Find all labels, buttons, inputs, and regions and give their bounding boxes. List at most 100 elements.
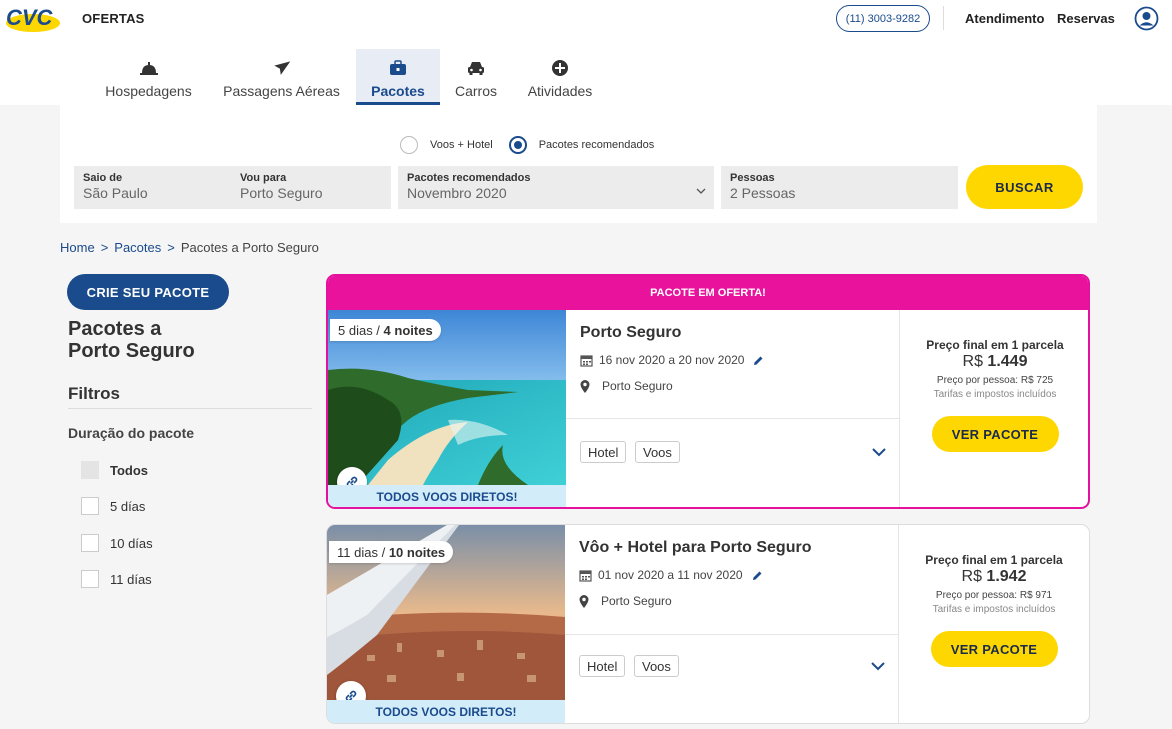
origin-destination-field[interactable]: Saio de São Paulo Vou para Porto Seguro xyxy=(74,166,391,209)
direct-flights-badge: TODOS VOOS DIRETOS! xyxy=(328,485,566,507)
pessoas-field[interactable]: Pessoas 2 Pessoas xyxy=(721,166,958,209)
user-circle-icon[interactable] xyxy=(1134,6,1159,31)
price-amount: 1.449 xyxy=(987,353,1028,370)
package-card[interactable]: PACOTE EM OFERTA! 5 dias / 4 noites TODO… xyxy=(326,274,1090,509)
ver-pacote-button[interactable]: VER PACOTE xyxy=(930,631,1058,667)
pessoas-value: 2 Pessoas xyxy=(730,185,796,201)
pacotes-select[interactable]: Pacotes recomendados Novembro 2020 xyxy=(398,166,714,209)
tab-pacotes[interactable]: Pacotes xyxy=(356,49,440,105)
crie-seu-pacote-button[interactable]: CRIE SEU PACOTE xyxy=(67,274,229,310)
tab-label: Carros xyxy=(454,83,497,99)
chevron-down-icon xyxy=(696,188,706,194)
map-pin-icon xyxy=(580,379,590,393)
duration-filter-heading: Duração do pacote xyxy=(68,425,195,441)
destination-value: Porto Seguro xyxy=(240,185,323,201)
radio-label: Pacotes recomendados xyxy=(538,139,655,151)
page-title: Pacotes a Porto Seguro xyxy=(68,318,268,362)
price-per-person: Preço por pessoa: R$ 725 xyxy=(936,375,1054,386)
page-title-line: Pacotes a xyxy=(68,318,162,340)
info-divider xyxy=(566,418,899,419)
calendar-icon xyxy=(580,354,593,367)
pacotes-select-label: Pacotes recomendados xyxy=(407,172,531,184)
plus-circle-icon xyxy=(550,58,570,78)
offer-banner: PACOTE EM OFERTA! xyxy=(328,276,1088,310)
radio-label: Voos + Hotel xyxy=(430,139,493,151)
origin-label: Saio de xyxy=(83,172,123,184)
tab-label: Hospedagens xyxy=(105,83,192,99)
pessoas-label: Pessoas xyxy=(730,172,775,184)
package-info: Porto Seguro 16 nov 2020 a 20 nov 2020 P… xyxy=(566,310,899,507)
taxes-note: Tarifas e impostos incluídos xyxy=(932,604,1056,615)
breadcrumb-separator: > xyxy=(167,240,175,255)
chevron-down-icon[interactable] xyxy=(872,447,886,457)
duration-nights: 10 noites xyxy=(388,544,446,560)
price-amount: 1.942 xyxy=(986,568,1027,585)
top-header: CVC OFERTAS (11) 3003-9282 Atendimento R… xyxy=(0,0,1172,105)
tab-carros[interactable]: Carros xyxy=(440,49,512,105)
filter-option-label: Todos xyxy=(110,462,149,478)
pacotes-select-value: Novembro 2020 xyxy=(407,185,507,201)
radio-voos-hotel[interactable] xyxy=(400,136,418,154)
pencil-edit-icon[interactable] xyxy=(753,355,764,366)
destination-label: Vou para xyxy=(240,172,287,184)
package-title[interactable]: Vôo + Hotel para Porto Seguro xyxy=(579,539,811,557)
package-dates: 16 nov 2020 a 20 nov 2020 xyxy=(580,353,764,367)
tab-hospedagens[interactable]: Hospedagens xyxy=(90,49,207,105)
ofertas-link[interactable]: OFERTAS xyxy=(82,11,145,26)
buscar-button[interactable]: BUSCAR xyxy=(966,165,1083,209)
briefcase-icon xyxy=(388,58,408,78)
tab-label: Pacotes xyxy=(371,83,425,99)
taxes-note: Tarifas e impostos incluídos xyxy=(933,389,1057,400)
pencil-edit-icon[interactable] xyxy=(752,570,763,581)
dates-text: 16 nov 2020 a 20 nov 2020 xyxy=(599,353,745,367)
package-location: Porto Seguro xyxy=(579,594,672,608)
breadcrumb: Home > Pacotes > Pacotes a Porto Seguro xyxy=(60,240,319,255)
page-title-line: Porto Seguro xyxy=(68,340,195,362)
tab-label: Passagens Aéreas xyxy=(223,83,340,99)
duration-days: 11 dias / xyxy=(337,544,386,560)
breadcrumb-current: Pacotes a Porto Seguro xyxy=(180,240,319,255)
checkbox[interactable] xyxy=(81,461,99,479)
duration-badge: 11 dias / 10 noites xyxy=(329,541,454,563)
filters-divider xyxy=(68,408,312,409)
package-card[interactable]: 11 dias / 10 noites TODOS VOOS DIRETOS! … xyxy=(326,524,1090,724)
price-block: Preço final em 1 parcela R$ 1.942 Preço … xyxy=(899,553,1089,667)
search-panel: Voos + Hotel Pacotes recomendados Saio d… xyxy=(60,105,1097,223)
filter-option-todos[interactable]: Todos xyxy=(81,461,148,479)
checkbox[interactable] xyxy=(81,534,99,552)
price-label: Preço final em 1 parcela xyxy=(926,338,1064,352)
filter-option-11-dias[interactable]: 11 días xyxy=(81,570,152,588)
tab-passagens[interactable]: Passagens Aéreas xyxy=(207,49,356,105)
package-title[interactable]: Porto Seguro xyxy=(580,324,681,342)
checkbox[interactable] xyxy=(81,497,99,515)
package-info: Vôo + Hotel para Porto Seguro 01 nov 202… xyxy=(565,525,898,723)
duration-days: 5 dias / xyxy=(338,322,380,338)
atendimento-link[interactable]: Atendimento xyxy=(965,11,1044,26)
radio-pacotes-recomendados[interactable] xyxy=(508,136,527,154)
ver-pacote-button[interactable]: VER PACOTE xyxy=(931,416,1059,452)
cvc-logo[interactable]: CVC xyxy=(4,4,62,34)
chevron-down-icon[interactable] xyxy=(871,661,885,671)
checkbox[interactable] xyxy=(81,570,99,588)
filter-option-label: 5 días xyxy=(110,498,146,514)
filter-option-10-dias[interactable]: 10 días xyxy=(81,534,153,552)
phone-button[interactable]: (11) 3003-9282 xyxy=(836,5,930,32)
chip-hotel: Hotel xyxy=(580,441,627,463)
reservas-link[interactable]: Reservas xyxy=(1057,11,1115,26)
bell-icon xyxy=(139,58,159,78)
breadcrumb-home[interactable]: Home xyxy=(60,240,95,255)
filter-option-5-dias[interactable]: 5 días xyxy=(81,497,145,515)
calendar-icon xyxy=(579,569,592,582)
header-divider xyxy=(943,6,944,30)
chip-voos: Voos xyxy=(635,441,680,463)
direct-flights-badge: TODOS VOOS DIRETOS! xyxy=(327,700,565,723)
breadcrumb-pacotes[interactable]: Pacotes xyxy=(114,240,161,255)
airplane-icon xyxy=(272,58,292,78)
price-label: Preço final em 1 parcela xyxy=(925,553,1063,567)
tab-atividades[interactable]: Atividades xyxy=(512,49,608,105)
origin-value: São Paulo xyxy=(83,185,148,201)
price-block: Preço final em 1 parcela R$ 1.449 Preço … xyxy=(900,338,1088,452)
product-tabs: Hospedagens Passagens Aéreas Pacotes Car… xyxy=(90,49,608,105)
svg-text:CVC: CVC xyxy=(6,5,54,30)
price-value: R$ 1.942 xyxy=(899,568,1089,586)
